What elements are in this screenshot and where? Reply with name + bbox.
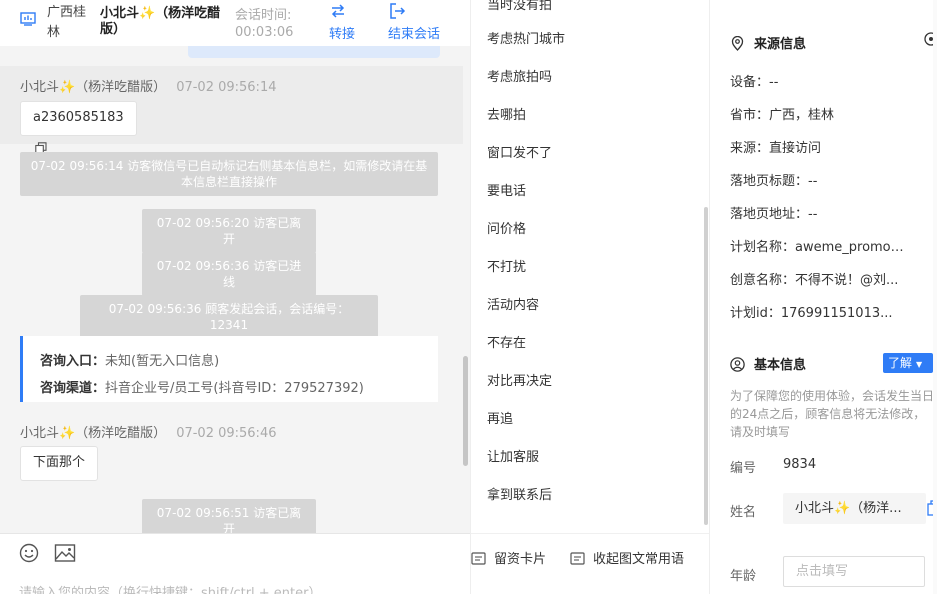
source-landing-title: 落地页标题：--	[730, 174, 818, 189]
message-time: 07-02 09:56:46	[176, 426, 277, 441]
message-composer: 请输入您的内容（换行快捷键：shift/ctrl + enter）	[0, 533, 470, 594]
source-info-title: 来源信息	[730, 33, 806, 52]
image-icon[interactable]	[54, 543, 76, 563]
consult-channel-label: 咨询渠道：	[40, 381, 106, 396]
exit-icon	[390, 3, 406, 19]
id-label: 编号	[730, 461, 757, 476]
session-timer-label: 会话时间:	[235, 8, 292, 23]
end-session-button[interactable]: 结束会话	[388, 2, 440, 42]
name-field[interactable]: 小北斗✨（杨洋...	[783, 493, 926, 524]
chat-scrollbar[interactable]	[463, 356, 468, 466]
message-icon	[570, 552, 585, 565]
phrases-scrollbar[interactable]	[704, 207, 708, 525]
message-text: a2360585183	[33, 110, 124, 125]
learn-more-label: 了解	[888, 356, 913, 370]
sender-name: 小北斗✨（杨洋吃醋版）	[20, 80, 167, 95]
phrases-toolbar: 留资卡片 收起图文常用语	[471, 533, 709, 594]
visitor-name: 小北斗✨（杨洋吃醋版）	[100, 6, 221, 37]
consult-entry-value: 未知(暂无入口信息)	[105, 354, 220, 369]
lead-card-label: 留资卡片	[494, 552, 547, 567]
age-input[interactable]	[783, 556, 925, 587]
sender-name: 小北斗✨（杨洋吃醋版）	[20, 426, 167, 441]
phrase-item[interactable]: 问价格	[487, 218, 526, 237]
card-icon	[471, 552, 486, 565]
phrase-item[interactable]: 拿到联系后	[487, 484, 552, 503]
source-plan-name: 计划名称：aweme_promot...	[730, 240, 908, 255]
emoji-icon[interactable]	[19, 543, 39, 563]
phrase-item[interactable]: 去哪拍	[487, 104, 526, 123]
chat-header: 广西桂林 小北斗✨（杨洋吃醋版） 会话时间: 00:03:06 转接 结束会话	[0, 0, 470, 46]
learn-more-button[interactable]: 了解 ▼	[883, 353, 933, 373]
id-value: 9834	[783, 457, 817, 472]
edit-notice: 为了保障您的使用体验，会话发生当日的24点之后，顾客信息将无法修改，请及时填写	[730, 389, 935, 439]
user-circle-icon	[730, 357, 745, 372]
visitor-region: 广西桂林	[47, 5, 87, 40]
customer-info-panel: 来源信息 设备：-- 省市：广西，桂林 来源：直接访问 落地页标题：-- 落地页…	[711, 0, 937, 594]
caret-down-icon: ▼	[916, 360, 923, 369]
source-landing-url: 落地页地址：--	[730, 207, 818, 222]
message-text: 下面那个	[33, 455, 86, 470]
session-timer: 00:03:06	[235, 25, 294, 40]
end-session-label: 结束会话	[388, 27, 441, 42]
agent-message-bubble	[188, 46, 440, 58]
phrase-item[interactable]: 活动内容	[487, 294, 539, 313]
basic-info-title: 基本信息	[730, 354, 806, 373]
message-sender: 小北斗✨（杨洋吃醋版） 07-02 09:56:14	[20, 76, 276, 95]
quick-phrases-panel: 当时没有拍 考虑热门城市 考虑旅拍吗 去哪拍 窗口发不了 要电话 问价格 不打扰…	[470, 0, 710, 594]
age-label: 年龄	[730, 569, 757, 584]
message-time: 07-02 09:56:14	[176, 80, 277, 95]
collapse-phrases-button[interactable]: 收起图文常用语	[570, 548, 684, 567]
system-notice: 07-02 09:56:14 访客微信号已自动标记右侧基本信息栏，如需修改请在基…	[20, 152, 438, 196]
phrase-item[interactable]: 考虑旅拍吗	[487, 66, 552, 85]
phrase-item[interactable]: 再追	[487, 408, 513, 427]
phrase-item[interactable]: 让加客服	[487, 446, 539, 465]
system-notice: 07-02 09:56:36 顾客发起会话，会话编号：12341	[80, 295, 378, 339]
phrase-item[interactable]: 要电话	[487, 180, 526, 199]
system-notice: 07-02 09:56:20 访客已离开	[142, 209, 316, 253]
panel-edge	[933, 0, 937, 594]
transfer-button[interactable]: 转接	[329, 2, 355, 42]
phrase-item[interactable]: 不打扰	[487, 256, 526, 275]
source-origin: 来源：直接访问	[730, 141, 822, 156]
source-province-city: 省市：广西，桂林	[730, 108, 835, 123]
lead-card-button[interactable]: 留资卡片	[471, 548, 546, 567]
source-creative-name: 创意名称：不得不说！@刘...	[730, 273, 899, 288]
collapse-phrases-label: 收起图文常用语	[593, 552, 685, 567]
phrase-item[interactable]: 对比再决定	[487, 370, 552, 389]
consult-channel-row: 咨询渠道：抖音企业号/员工号(抖音号ID：279527392)	[40, 375, 438, 402]
transfer-icon	[331, 4, 345, 18]
source-plan-id: 计划id：176991151013...	[730, 306, 893, 321]
location-pin-icon	[731, 36, 744, 51]
consult-entry-row: 咨询入口：未知(暂无入口信息)	[40, 348, 438, 375]
source-device: 设备：--	[730, 75, 779, 90]
basic-info-label: 基本信息	[754, 358, 807, 373]
phrase-item[interactable]: 窗口发不了	[487, 142, 552, 161]
message-input[interactable]: 请输入您的内容（换行快捷键：shift/ctrl + enter）	[19, 582, 322, 594]
consult-entry-label: 咨询入口：	[40, 354, 106, 369]
consult-info-card: 咨询入口：未知(暂无入口信息) 咨询渠道：抖音企业号/员工号(抖音号ID：279…	[20, 336, 438, 402]
name-label: 姓名	[730, 505, 757, 520]
message-bubble[interactable]: a2360585183	[20, 101, 137, 154]
source-info-label: 来源信息	[754, 37, 807, 52]
system-notice: 07-02 09:56:36 访客已进线	[142, 252, 316, 296]
consult-channel-value: 抖音企业号/员工号(抖音号ID：279527392)	[105, 381, 364, 396]
monitor-icon	[20, 12, 36, 26]
message-sender: 小北斗✨（杨洋吃醋版） 07-02 09:56:46	[20, 422, 276, 441]
message-bubble[interactable]: 下面那个	[20, 446, 98, 481]
phrase-item[interactable]: 考虑热门城市	[487, 28, 565, 47]
phrase-item[interactable]: 不存在	[487, 332, 526, 351]
chat-panel: 广西桂林 小北斗✨（杨洋吃醋版） 会话时间: 00:03:06 转接 结束会话 …	[0, 0, 470, 594]
phrase-item[interactable]: 当时没有拍	[487, 0, 552, 13]
transfer-label: 转接	[329, 27, 356, 42]
